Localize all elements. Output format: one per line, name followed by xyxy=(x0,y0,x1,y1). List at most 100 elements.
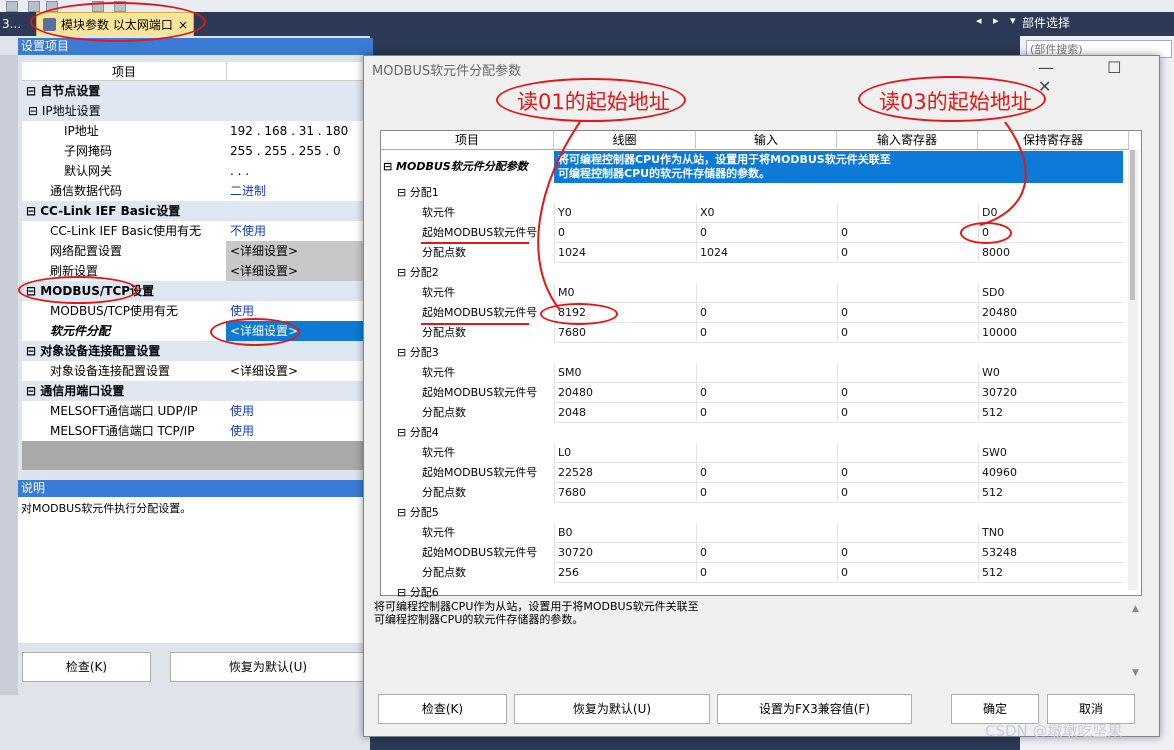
dialog-restore-default-button[interactable]: 恢复为默认(U) xyxy=(514,694,710,724)
scrollbar-thumb[interactable] xyxy=(1130,150,1135,300)
value-cell[interactable] xyxy=(696,443,837,463)
property-row[interactable]: 对象设备连接配置设置 <详细设置> xyxy=(22,361,370,381)
value-cell[interactable]: 0 xyxy=(696,563,837,583)
value-cell[interactable]: 0 xyxy=(837,543,978,563)
property-value[interactable]: 255 . 255 . 255 . 0 xyxy=(226,141,370,161)
value-cell[interactable]: 0 xyxy=(696,463,837,483)
value-cell[interactable] xyxy=(837,363,978,383)
value-cell[interactable]: 0 xyxy=(837,403,978,423)
allocation-row[interactable]: 软元件 SM0 W0 xyxy=(381,363,1129,383)
value-cell[interactable] xyxy=(696,363,837,383)
allocation-group-row[interactable]: ⊟ 分配3 xyxy=(381,343,1129,363)
value-cell[interactable]: 20480 xyxy=(554,383,696,403)
property-row[interactable]: ⊟ IP地址设置 xyxy=(22,101,370,121)
allocation-row[interactable]: 起始MODBUS软元件号 20480 0 0 30720 xyxy=(381,383,1129,403)
value-cell[interactable]: SM0 xyxy=(554,363,696,383)
value-cell[interactable]: 0 xyxy=(837,563,978,583)
value-cell[interactable]: 0 xyxy=(837,383,978,403)
property-name: MELSOFT通信端口 TCP/IP xyxy=(22,421,254,441)
property-row[interactable]: 子网掩码 255 . 255 . 255 . 0 xyxy=(22,141,370,161)
dialog-title: MODBUS软元件分配参数 xyxy=(372,64,522,79)
property-value[interactable] xyxy=(226,381,370,401)
property-row[interactable]: 网络配置设置 <详细设置> xyxy=(22,241,370,261)
property-row[interactable]: 通信数据代码 二进制 xyxy=(22,181,370,201)
property-value[interactable]: 不使用 xyxy=(226,221,370,241)
value-cell[interactable] xyxy=(837,443,978,463)
row-label: ⊟ 分配4 xyxy=(397,426,439,439)
value-cell[interactable]: 0 xyxy=(696,403,837,423)
value-cell[interactable]: 7680 xyxy=(554,483,696,503)
window-controls[interactable]: — ☐ ✕ xyxy=(1038,58,1174,96)
value-cell[interactable]: 22528 xyxy=(554,463,696,483)
property-value[interactable]: <详细设置> xyxy=(226,361,370,381)
dialog-check-button[interactable]: 检查(K) xyxy=(378,694,507,724)
property-row[interactable]: MELSOFT通信端口 UDP/IP 使用 xyxy=(22,401,370,421)
value-cell[interactable]: 512 xyxy=(978,403,1123,423)
value-cell[interactable]: 0 xyxy=(837,483,978,503)
home-icon[interactable] xyxy=(6,1,18,12)
allocation-row[interactable]: 软元件 L0 SW0 xyxy=(381,443,1129,463)
value-cell[interactable]: B0 xyxy=(554,523,696,543)
property-value[interactable]: <详细设置> xyxy=(226,261,370,281)
property-value[interactable] xyxy=(226,201,370,221)
value-cell[interactable]: 30720 xyxy=(978,383,1123,403)
property-row[interactable]: 默认网关 . . . xyxy=(22,161,370,181)
fx3-compat-button[interactable]: 设置为FX3兼容值(F) xyxy=(717,694,912,724)
value-cell[interactable]: 2048 xyxy=(554,403,696,423)
allocation-row[interactable]: 分配点数 2048 0 0 512 xyxy=(381,403,1129,423)
value-cell[interactable]: 512 xyxy=(978,483,1123,503)
property-row[interactable]: ⊟ 通信用端口设置 xyxy=(22,381,370,401)
divider xyxy=(226,62,227,80)
doc-icon[interactable] xyxy=(28,1,40,12)
property-value[interactable] xyxy=(226,101,370,121)
value-cell[interactable]: TN0 xyxy=(978,523,1123,543)
allocation-row[interactable]: 分配点数 7680 0 0 512 xyxy=(381,483,1129,503)
value-cell[interactable]: 53248 xyxy=(978,543,1123,563)
check-button[interactable]: 检查(K) xyxy=(22,652,151,682)
property-row[interactable]: ⊟ CC-Link IEF Basic设置 xyxy=(22,201,370,221)
allocation-group-row[interactable]: ⊟ 分配4 xyxy=(381,423,1129,443)
allocation-group-row[interactable]: ⊟ 分配5 xyxy=(381,503,1129,523)
property-row[interactable]: MODBUS/TCP使用有无 使用 xyxy=(22,301,370,321)
tab-nav-arrows[interactable]: ◂ ▸ ▾ xyxy=(976,14,1020,27)
property-row[interactable]: MELSOFT通信端口 TCP/IP 使用 xyxy=(22,421,370,441)
allocation-row[interactable]: 分配点数 256 0 0 512 xyxy=(381,563,1129,583)
value-cell[interactable] xyxy=(696,523,837,543)
allocation-row[interactable]: 起始MODBUS软元件号 22528 0 0 40960 xyxy=(381,463,1129,483)
property-row[interactable]: IP地址 192 . 168 . 31 . 180 xyxy=(22,121,370,141)
property-row[interactable]: 软元件分配 <详细设置> xyxy=(22,321,370,341)
value-cell[interactable]: 0 xyxy=(837,463,978,483)
scroll-up-icon[interactable]: ▲ xyxy=(1132,604,1139,614)
property-value[interactable]: 二进制 xyxy=(226,181,370,201)
property-value[interactable] xyxy=(226,281,370,301)
property-value[interactable]: 192 . 168 . 31 . 180 xyxy=(226,121,370,141)
value-cell[interactable]: 512 xyxy=(978,563,1123,583)
property-row[interactable]: ⊟ 自节点设置 xyxy=(22,81,370,101)
value-cell[interactable]: 256 xyxy=(554,563,696,583)
value-cell[interactable]: 0 xyxy=(696,383,837,403)
property-name: 网络配置设置 xyxy=(22,241,254,261)
allocation-row[interactable]: 软元件 B0 TN0 xyxy=(381,523,1129,543)
value-cell[interactable]: 0 xyxy=(696,483,837,503)
value-cell[interactable]: W0 xyxy=(978,363,1123,383)
value-cell[interactable]: 0 xyxy=(696,543,837,563)
scroll-down-icon[interactable]: ▼ xyxy=(1132,668,1139,678)
property-value[interactable]: 使用 xyxy=(226,421,370,441)
property-value[interactable] xyxy=(226,81,370,101)
allocation-row[interactable]: 起始MODBUS软元件号 30720 0 0 53248 xyxy=(381,543,1129,563)
property-row[interactable]: ⊟ 对象设备连接配置设置 xyxy=(22,341,370,361)
property-value[interactable]: <详细设置> xyxy=(226,241,370,261)
value-cell[interactable]: 40960 xyxy=(978,463,1123,483)
value-cell[interactable]: L0 xyxy=(554,443,696,463)
value-cell[interactable]: SW0 xyxy=(978,443,1123,463)
description-title: 说明 xyxy=(18,480,373,497)
property-row[interactable]: CC-Link IEF Basic使用有无 不使用 xyxy=(22,221,370,241)
property-value[interactable]: 使用 xyxy=(226,401,370,421)
value-cell[interactable]: 30720 xyxy=(554,543,696,563)
row-label: ⊟ 分配5 xyxy=(397,506,439,519)
property-value[interactable]: . . . xyxy=(226,161,370,181)
restore-default-button[interactable]: 恢复为默认(U) xyxy=(170,652,366,682)
property-name: ⊟ IP地址设置 xyxy=(22,101,232,121)
tab-stub[interactable]: 3... xyxy=(0,13,28,35)
value-cell[interactable] xyxy=(837,523,978,543)
